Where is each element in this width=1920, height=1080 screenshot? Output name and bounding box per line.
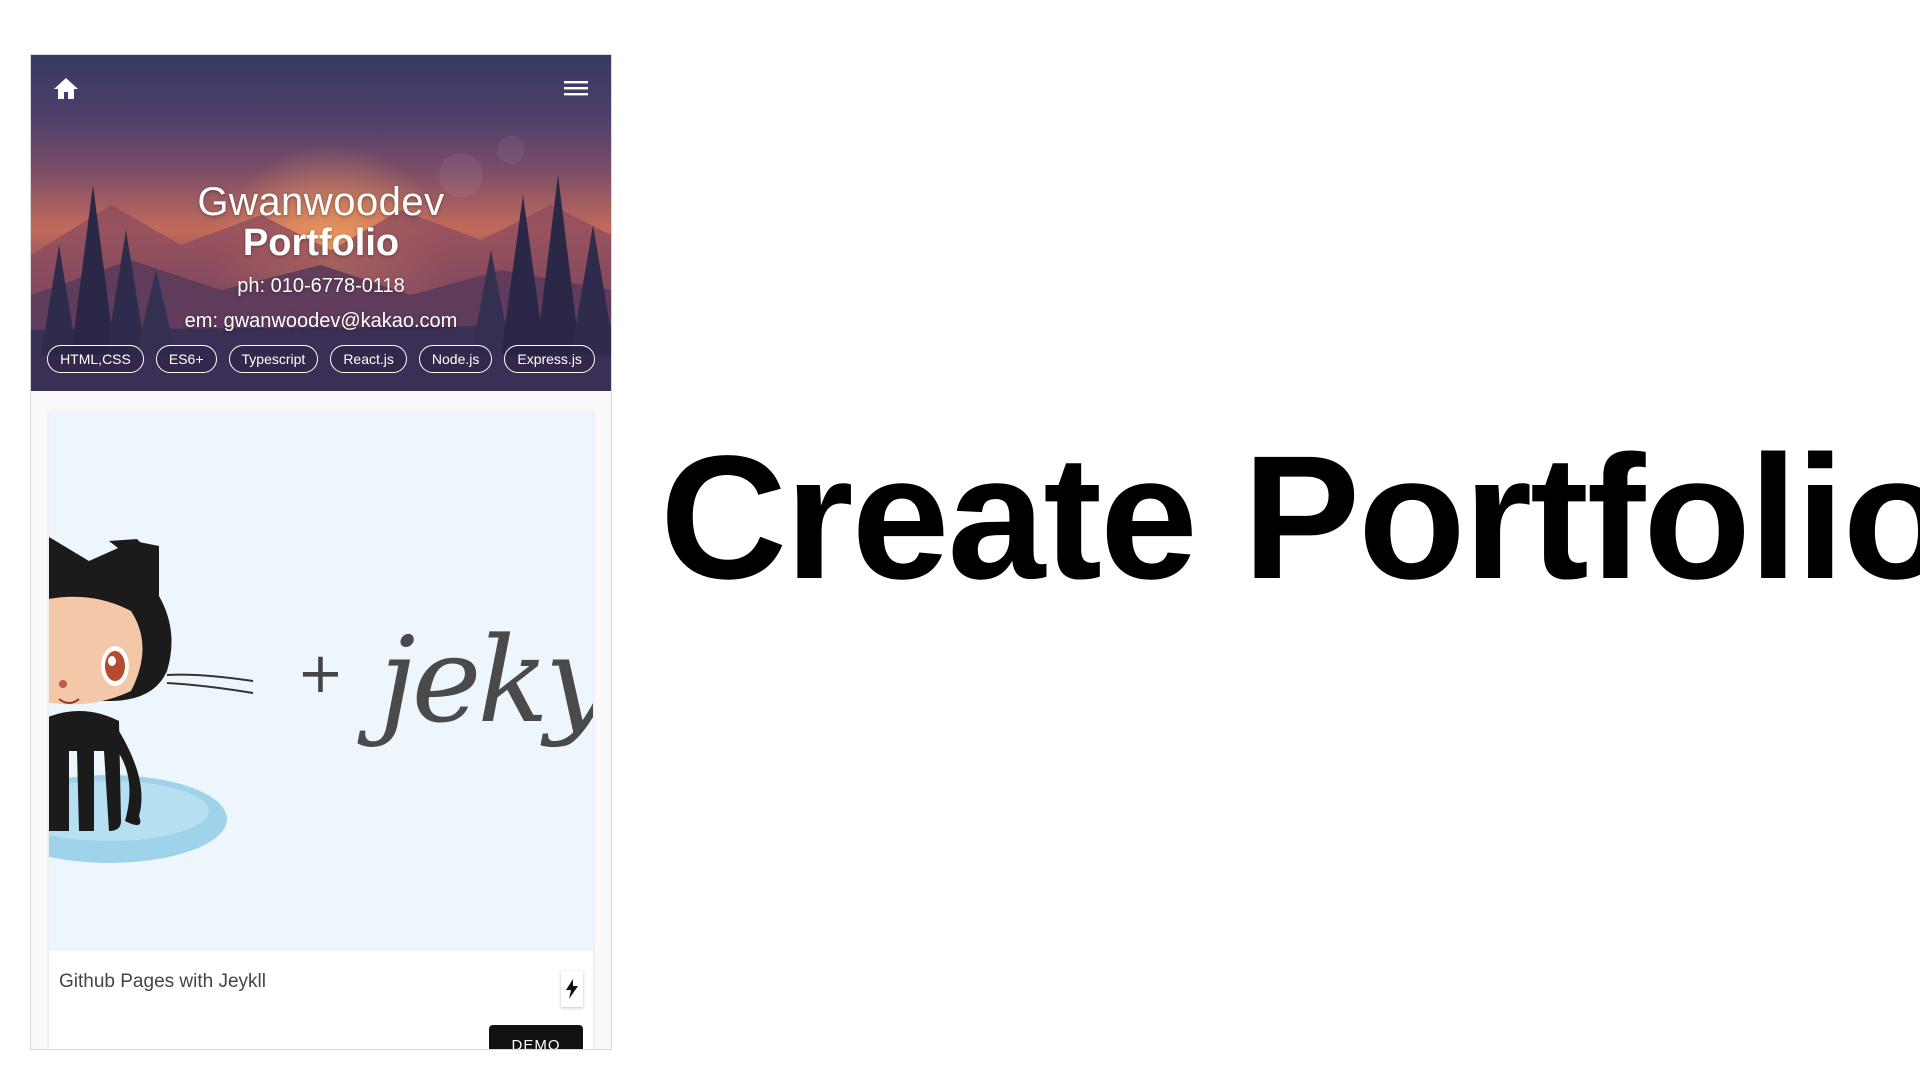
lightning-bolt-icon [566, 979, 578, 999]
skill-tags: HTML,CSS ES6+ Typescript React.js Node.j… [31, 345, 611, 373]
skill-tag[interactable]: Node.js [418, 345, 493, 373]
project-image[interactable]: + jeky [49, 411, 593, 951]
home-icon [54, 78, 78, 99]
home-button[interactable] [49, 71, 83, 105]
hero-email: em: gwanwoodev@kakao.com [184, 310, 458, 332]
skill-tag[interactable]: Typescript [228, 345, 319, 373]
skill-tag[interactable]: Express.js [504, 345, 595, 373]
hero-phone: ph: 010-6778-0118 [237, 275, 405, 297]
hero-header: Gwanwoodev Portfolio ph: 010-6778-0118 e… [31, 55, 611, 391]
hero-name: Gwanwoodev [197, 180, 445, 224]
skill-tag[interactable]: React.js [330, 345, 407, 373]
hero-subtitle: Portfolio [242, 222, 400, 264]
page-heading: Create Portfolio [660, 420, 1920, 616]
phone-preview: Gwanwoodev Portfolio ph: 010-6778-0118 e… [30, 54, 612, 1050]
bolt-button[interactable] [561, 971, 583, 1007]
hamburger-menu-icon [564, 81, 588, 96]
hero-text: Gwanwoodev Portfolio ph: 010-6778-0118 e… [31, 181, 611, 333]
plus-sign: + [297, 641, 344, 706]
skill-tag[interactable]: ES6+ [155, 345, 217, 373]
skill-tag[interactable]: HTML,CSS [47, 345, 144, 373]
project-title: Github Pages with Jeykll [59, 971, 266, 992]
demo-button[interactable]: DEMO [489, 1025, 583, 1049]
menu-button[interactable] [559, 71, 593, 105]
project-card: + jeky Github Pages with Jeykll DEMO [49, 411, 593, 1049]
jekyll-logo-text: jeky [379, 611, 593, 749]
screen: Gwanwoodev Portfolio ph: 010-6778-0118 e… [0, 0, 1920, 1080]
